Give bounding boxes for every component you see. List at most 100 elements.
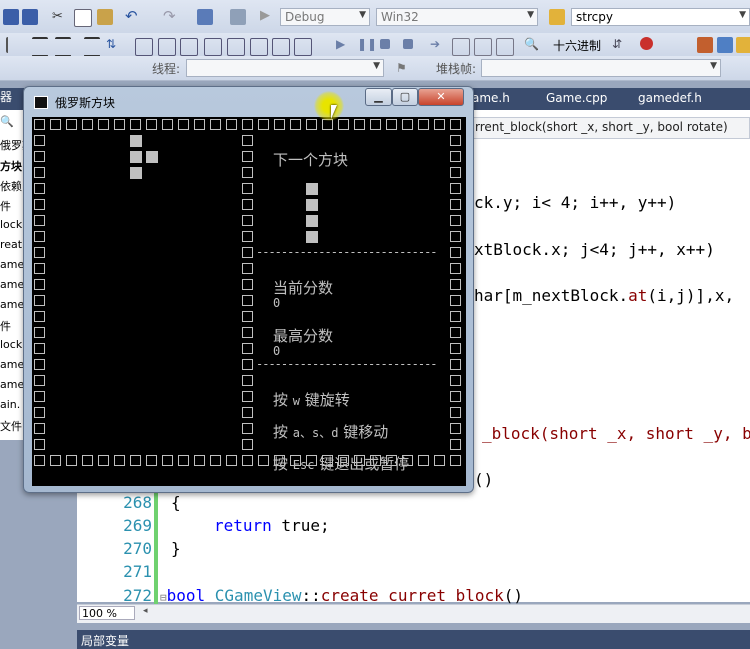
tree-item[interactable]: ame [0,378,24,391]
maximize-button[interactable]: ▢ [392,88,418,106]
tree-item[interactable]: lock [0,218,22,231]
redo-icon[interactable]: ↷ [163,7,179,25]
find-value: strcpy [576,10,613,24]
wall-cell [418,119,429,130]
wall-cell [450,343,461,354]
tree-item[interactable]: ame [0,298,24,311]
wall-cell [34,231,45,242]
bookmark-toggle-icon[interactable] [135,38,153,56]
bookmark-clear-icon[interactable] [227,38,245,56]
tree-item[interactable]: ame [0,278,24,291]
locals-panel-tab[interactable]: 局部变量 [77,630,750,649]
wall-cell [178,119,189,130]
console-window[interactable]: 俄罗斯方块 ▁ ▢ ✕ 下一个方块 ----------------------… [23,86,474,493]
bookmark-disable-icon[interactable] [294,38,312,56]
step-over-icon[interactable] [474,38,492,56]
start-debug-icon[interactable]: ▶ [260,8,276,24]
restart-icon[interactable] [403,39,413,49]
wall-cell [290,455,301,466]
minimize-button[interactable]: ▁ [365,88,392,106]
find-combo[interactable]: strcpy ▼ [571,8,750,26]
tree-item[interactable]: 依赖 [0,178,22,194]
show-next-statement-icon[interactable]: ➔ [430,37,446,53]
tree-item[interactable]: 件 [0,318,11,334]
tab-gamedef-h[interactable]: gamedef.h [638,91,702,105]
wall-cell [242,167,253,178]
save-icon[interactable] [3,9,19,25]
wall-cell [34,327,45,338]
find-in-files-icon[interactable] [549,9,565,25]
wall-cell [242,375,253,386]
scroll-left-icon[interactable]: ◂ [143,606,148,616]
tree-item[interactable]: ame [0,358,24,371]
tab-game-h[interactable]: ame.h [472,91,510,105]
chevron-down-icon: ▼ [739,10,746,20]
cut-icon[interactable]: ✂ [52,9,68,25]
wall-cell [66,119,77,130]
tetromino-cell [306,215,318,227]
platform-combo[interactable]: Win32 ▼ [376,8,538,26]
wall-cell [242,311,253,322]
bookmark-next-icon[interactable] [180,38,198,56]
navigate-icon[interactable] [197,9,213,25]
outdent-icon[interactable] [32,37,48,57]
stack-frame-combo[interactable]: ▼ [481,59,721,77]
step-out-icon[interactable] [496,38,514,56]
code-line: ⊟bool CGameView::create_curret_block() [160,586,524,605]
best-score-value: 0 [273,344,281,358]
wall-cell [34,199,45,210]
uncomment-icon[interactable] [84,37,100,57]
bookmark-prev-icon[interactable] [158,38,176,56]
wall-cell [450,247,461,258]
tree-item[interactable]: ame [0,258,24,271]
wall-cell [114,455,125,466]
wall-cell [258,455,269,466]
continue-icon[interactable]: ▶ [336,37,352,53]
bookmark-file-icon[interactable] [250,38,268,56]
save-all-icon[interactable] [22,9,38,25]
tree-item[interactable]: lock [0,338,22,351]
wall-cell [338,119,349,130]
copy-icon[interactable] [74,9,92,27]
config-combo[interactable]: Debug ▼ [280,8,370,26]
search-icon[interactable]: 🔍 [0,115,14,128]
breakpoint-icon[interactable] [640,37,653,50]
step-into-icon[interactable] [452,38,470,56]
close-button[interactable]: ✕ [418,88,464,106]
wall-cell [450,327,461,338]
breakpoints-icon[interactable]: ⇵ [612,37,628,53]
settings-icon[interactable] [697,37,713,53]
chevron-down-icon: ▼ [359,10,366,20]
bookmark-icon[interactable]: ⇅ [106,37,122,53]
break-all-icon[interactable]: ❚❚ [357,37,377,53]
tree-item[interactable]: 件 [0,198,11,214]
paste-icon[interactable] [97,9,113,25]
collapse-icon[interactable]: ⊟ [160,591,167,604]
tree-item[interactable]: reat [0,238,22,251]
wall-cell [450,263,461,274]
bookmark-folder-icon[interactable] [204,38,222,56]
window-icon[interactable] [230,9,246,25]
code-line: return true; [214,516,330,535]
bookmark-all-icon[interactable] [272,38,290,56]
tree-item[interactable]: 文件 [0,418,22,434]
hex-toggle[interactable]: 十六进制 [553,37,601,54]
member-navigation[interactable]: rrent_block(short _x, short _y, bool rot… [470,117,750,139]
tree-item[interactable]: 方块 [0,158,22,174]
quick-watch-icon[interactable]: 🔍 [524,37,540,53]
zoom-value: 100 % [82,607,117,620]
indent-icon[interactable] [6,37,24,53]
code-line: () [474,470,494,489]
toolbox-icon[interactable] [736,37,750,53]
thread-combo[interactable]: ▼ [186,59,384,77]
wall-cell [450,279,461,290]
tab-game-cpp[interactable]: Game.cpp [546,91,607,105]
best-score-label: 最高分数 [273,327,334,345]
tree-item[interactable]: ain. [0,398,20,411]
comment-icon[interactable] [55,37,71,57]
stop-icon[interactable] [380,39,390,49]
undo-icon[interactable]: ↶ [125,7,141,25]
zoom-combo[interactable]: 100 % [79,606,135,620]
properties-icon[interactable] [717,37,733,53]
flag-icon[interactable]: ⚑ [396,61,412,77]
